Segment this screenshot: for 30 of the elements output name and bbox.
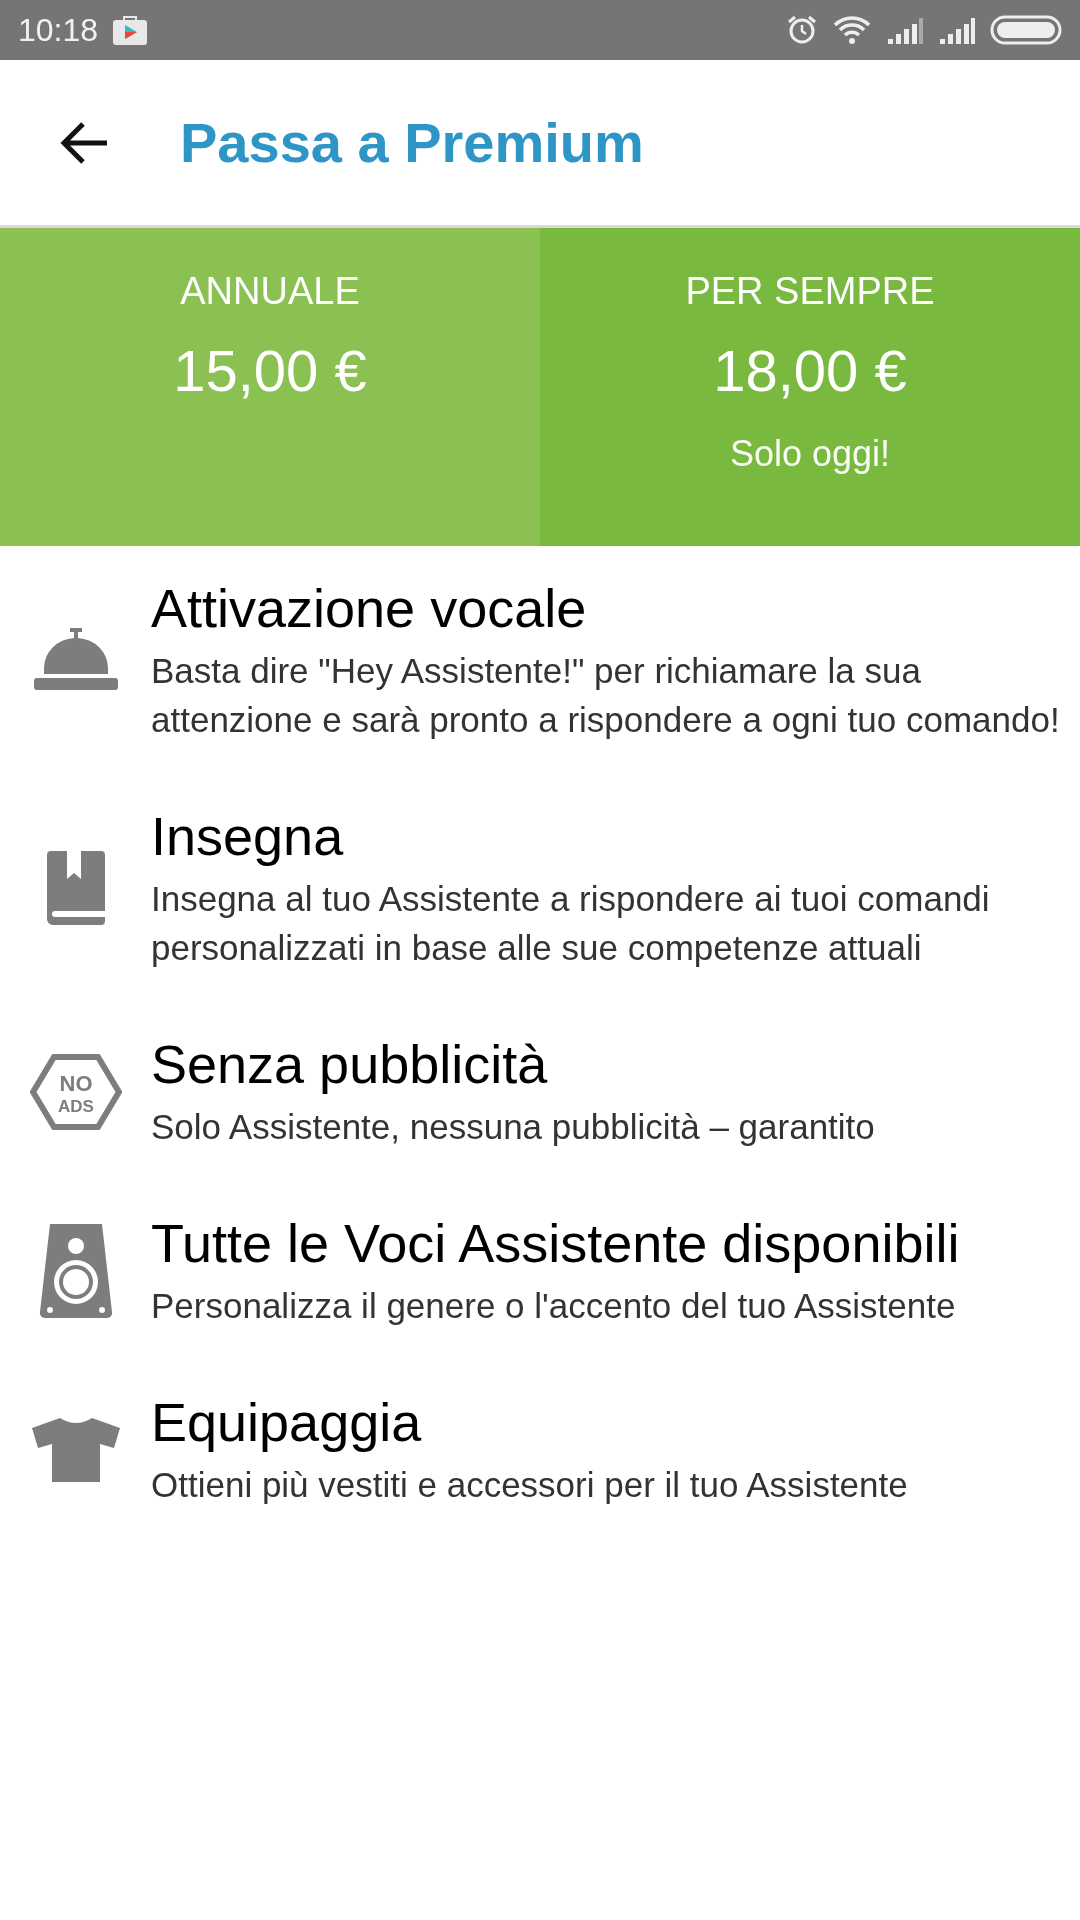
alarm-icon xyxy=(786,14,818,46)
feature-description: Ottieni più vestiti e accessori per il tuo Assistente xyxy=(151,1464,908,1506)
signal-icon xyxy=(886,16,924,44)
plan-name: PER SEMPRE xyxy=(685,269,935,314)
shopping-bag-icon xyxy=(112,14,149,46)
feature-description: Insegna al tuo Assistente a rispondere ai tuoi comandi personalizzati in base alle sue competenze attuali xyxy=(151,878,991,969)
wifi-icon xyxy=(832,15,872,45)
status-time: 10:18 xyxy=(18,11,99,50)
feature-title: Equipaggia xyxy=(151,1391,423,1454)
plan-price: 18,00 € xyxy=(713,337,907,405)
feature-title: Senza pubblicità xyxy=(151,1033,549,1096)
signal-icon xyxy=(938,16,976,44)
feature-description: Personalizza il genere o l'accento del tuo Assistente xyxy=(151,1285,957,1327)
battery-icon xyxy=(990,15,1062,45)
no-ads-icon: NO ADS xyxy=(29,1053,122,1130)
back-arrow-icon xyxy=(59,120,109,165)
feature-description: Basta dire "Hey Assistente!" per richiamare la sua attenzione e sarà pronto a rispondere a ogni tuo comando! xyxy=(151,650,1060,741)
plan-price: 15,00 € xyxy=(173,337,367,405)
plan-note: Solo oggi! xyxy=(729,432,891,476)
plan-name: ANNUALE xyxy=(180,269,360,314)
feature-title: Tutte le Voci Assistente disponibili xyxy=(151,1212,960,1275)
plan-option[interactable]: PER SEMPRE 18,00 € Solo oggi! xyxy=(540,228,1080,546)
feature-title: Attivazione vocale xyxy=(151,577,588,640)
feature-title: Insegna xyxy=(151,805,345,868)
page-title: Passa a Premium xyxy=(180,109,644,176)
plan-option[interactable]: ANNUALE 15,00 € xyxy=(0,228,540,546)
speaker-icon xyxy=(37,1223,114,1318)
book-icon xyxy=(44,851,107,925)
shirt-icon xyxy=(29,1417,122,1482)
feature-description: Solo Assistente, nessuna pubblicità – garantito xyxy=(151,1106,875,1148)
